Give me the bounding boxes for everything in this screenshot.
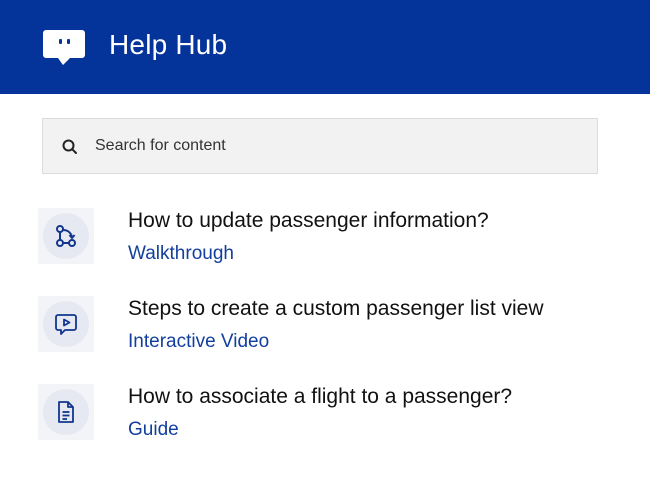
help-item-guide[interactable]: How to associate a flight to a passenger… (38, 383, 618, 447)
video-message-icon (38, 296, 94, 352)
walkthrough-flow-icon (38, 208, 94, 264)
help-item-title[interactable]: How to update passenger information? (128, 207, 489, 235)
help-item-interactive-video[interactable]: Steps to create a custom passenger list … (38, 295, 618, 359)
search-icon (61, 138, 79, 156)
help-item-title[interactable]: How to associate a flight to a passenger… (128, 383, 512, 411)
search-box[interactable] (42, 118, 598, 174)
chat-bubble-icon (42, 28, 86, 66)
header-bar: Help Hub (0, 0, 650, 94)
help-item-title[interactable]: Steps to create a custom passenger list … (128, 295, 544, 323)
search-input[interactable] (95, 119, 585, 173)
help-item-type[interactable]: Guide (128, 417, 179, 443)
help-item-type[interactable]: Walkthrough (128, 241, 234, 267)
app-title: Help Hub (109, 29, 228, 60)
help-item-walkthrough[interactable]: How to update passenger information? Wal… (38, 207, 618, 271)
document-icon (38, 384, 94, 440)
help-item-type[interactable]: Interactive Video (128, 329, 269, 355)
